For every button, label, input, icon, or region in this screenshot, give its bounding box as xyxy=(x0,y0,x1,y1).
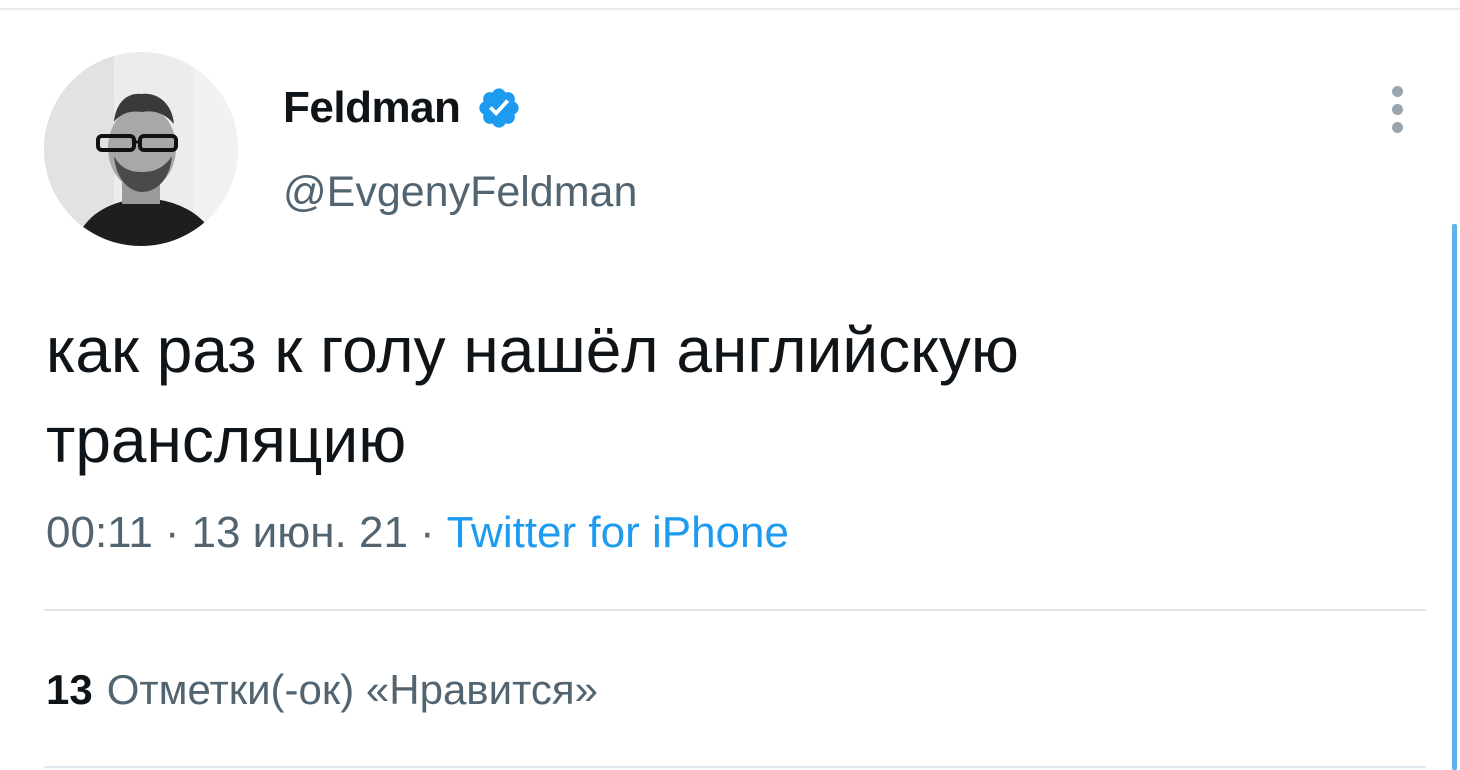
author-handle[interactable]: @EvgenyFeldman xyxy=(283,168,637,217)
tweet-time[interactable]: 00:11 xyxy=(46,508,153,557)
top-divider xyxy=(0,8,1460,10)
likes-label: Отметки(-ок) «Нравится» xyxy=(106,666,598,713)
divider xyxy=(44,609,1426,611)
tweet-meta: 00:11 · 13 июн. 21 · Twitter for iPhone xyxy=(46,508,789,558)
likes-stat[interactable]: 13 Отметки(-ок) «Нравится» xyxy=(46,666,598,714)
meta-separator: · xyxy=(164,508,180,557)
meta-separator: · xyxy=(419,508,435,557)
verified-badge-icon xyxy=(476,85,522,131)
author-name-row[interactable]: Feldman xyxy=(283,80,522,136)
tweet-date[interactable]: 13 июн. 21 xyxy=(192,508,408,557)
display-name[interactable]: Feldman xyxy=(283,83,461,133)
avatar[interactable] xyxy=(44,52,238,246)
tweet-source-link[interactable]: Twitter for iPhone xyxy=(447,508,789,557)
more-vertical-icon[interactable] xyxy=(1385,86,1409,136)
divider xyxy=(44,766,1426,768)
tweet-text: как раз к голу нашёл английскую трансляц… xyxy=(46,314,1019,476)
avatar-photo xyxy=(44,52,238,246)
likes-count: 13 xyxy=(46,666,93,713)
scrollbar[interactable] xyxy=(1452,224,1457,770)
